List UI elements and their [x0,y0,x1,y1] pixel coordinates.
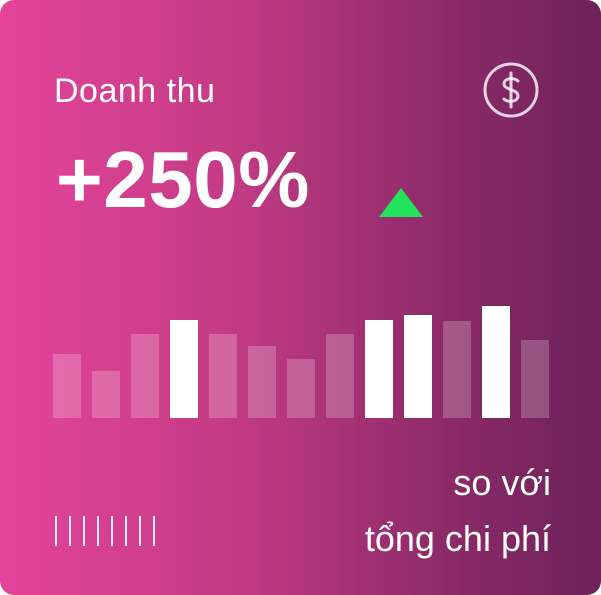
dollar-circle-icon [482,61,540,119]
triangle-up-icon [379,188,423,217]
tick-mark [69,516,71,546]
chart-bar [248,346,276,418]
tick-mark [83,516,85,546]
chart-bar [53,354,81,418]
chart-bar [92,371,120,418]
chart-bar [521,340,549,418]
growth-value: +250% [56,135,310,224]
chart-bar [287,359,315,418]
chart-bar [482,306,510,418]
comparison-line-2: tổng chi phí [364,518,551,559]
chart-bar [404,315,432,418]
comparison-line-1: so với [453,462,551,503]
revenue-card: Doanh thu +250% so với tổng chi phí [0,0,601,595]
tick-mark [153,516,155,546]
tick-mark [55,516,57,546]
chart-bar [326,334,354,418]
chart-bar [131,334,159,418]
tick-mark [139,516,141,546]
mini-bar-chart [53,300,549,418]
tick-mark [125,516,127,546]
chart-bar [443,321,471,418]
tick-mark [97,516,99,546]
tick-mark [111,516,113,546]
tick-marks [55,516,165,546]
chart-bar [209,334,237,418]
comparison-label: so với tổng chi phí [365,455,551,567]
card-title: Doanh thu [54,72,216,110]
chart-bar [365,320,393,418]
chart-bar [170,320,198,418]
